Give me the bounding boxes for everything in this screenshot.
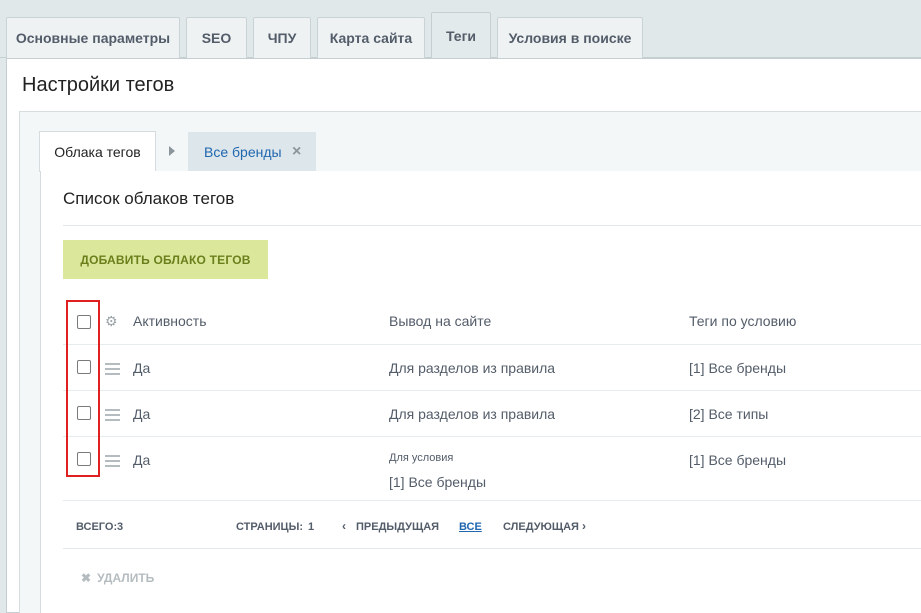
chevron-right-icon [169, 146, 175, 156]
header-output[interactable]: Вывод на сайте [389, 313, 491, 329]
cell-tags: [2] Все типы [689, 406, 769, 422]
tab-main-params[interactable]: Основные параметры [6, 17, 180, 58]
cell-activity: Да [133, 360, 151, 376]
cell-activity: Да [133, 452, 151, 468]
total-label: ВСЕГО: [76, 521, 118, 533]
chevron-right-icon[interactable]: › [582, 519, 586, 533]
row-checkbox[interactable] [77, 406, 91, 420]
cell-output: [1] Все бренды [389, 474, 487, 490]
drag-handle-icon[interactable] [105, 363, 120, 378]
header-tags[interactable]: Теги по условию [689, 313, 796, 329]
delete-button[interactable]: ✖ УДАЛИТЬ [81, 571, 154, 585]
table-header-row: ⚙ Активность Вывод на сайте Теги по усло… [63, 299, 921, 345]
next-page-link[interactable]: СЛЕДУЮЩАЯ [503, 521, 579, 533]
pages-value: 1 [308, 521, 315, 533]
cell-tags: [1] Все бренды [689, 452, 787, 468]
cell-output: Для разделов из правила [389, 360, 556, 376]
tab-tags[interactable]: Теги [431, 12, 491, 59]
add-tag-cloud-button[interactable]: ДОБАВИТЬ ОБЛАКО ТЕГОВ [63, 240, 268, 279]
pagination-bar: ВСЕГО: 3 СТРАНИЦЫ: 1 ‹ ПРЕДЫДУЩАЯ ВСЕ СЛ… [63, 501, 921, 549]
section-title: Список облаков тегов [63, 189, 235, 208]
row-checkbox[interactable] [77, 360, 91, 374]
tab-search-conditions[interactable]: Условия в поиске [497, 17, 643, 58]
delete-label: УДАЛИТЬ [97, 571, 155, 585]
prev-page-link[interactable]: ПРЕДЫДУЩАЯ [356, 521, 439, 533]
tab-sitemap[interactable]: Карта сайта [317, 17, 425, 58]
page-title: Настройки тегов [22, 74, 175, 96]
header-activity[interactable]: Активность [133, 313, 207, 329]
select-all-checkbox[interactable] [77, 315, 91, 329]
gear-icon[interactable]: ⚙ [105, 313, 118, 330]
all-pages-link[interactable]: ВСЕ [459, 521, 482, 533]
divider [63, 225, 921, 226]
subtab-tag-clouds[interactable]: Облака тегов [39, 131, 156, 172]
chevron-left-icon[interactable]: ‹ [342, 519, 346, 533]
cell-activity: Да [133, 406, 151, 422]
cell-tags: [1] Все бренды [689, 360, 787, 376]
table-row[interactable]: Да Для условия [1] Все бренды [1] Все бр… [63, 437, 921, 501]
cell-output: Для разделов из правила [389, 406, 556, 422]
close-icon[interactable]: × [292, 143, 301, 161]
pages-label: СТРАНИЦЫ: [236, 521, 304, 533]
tab-seo[interactable]: SEO [186, 17, 247, 58]
close-icon: ✖ [81, 571, 92, 585]
drag-handle-icon[interactable] [105, 409, 120, 424]
content-area: Список облаков тегов ДОБАВИТЬ ОБЛАКО ТЕГ… [40, 171, 921, 613]
table-row[interactable]: Да Для разделов из правила [2] Все типы [63, 391, 921, 437]
cell-output-label: Для условия [389, 452, 454, 464]
table-row[interactable]: Да Для разделов из правила [1] Все бренд… [63, 345, 921, 391]
total-value: 3 [117, 521, 124, 533]
top-tab-bar: Основные параметры SEO ЧПУ Карта сайта Т… [0, 0, 921, 59]
tab-chpu[interactable]: ЧПУ [253, 17, 311, 58]
drag-handle-icon[interactable] [105, 455, 120, 470]
row-checkbox[interactable] [77, 452, 91, 466]
